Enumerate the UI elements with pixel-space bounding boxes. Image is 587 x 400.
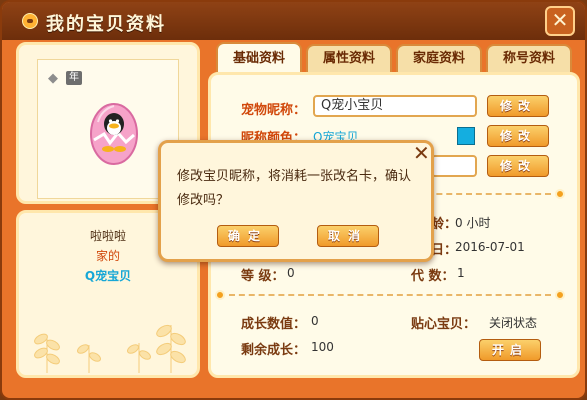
year-badge: 年 [66, 71, 82, 85]
age-label: 龄： [431, 217, 458, 232]
diamond-icon: ◆ [48, 71, 58, 86]
birthday-value: 2016-07-01 [455, 240, 525, 254]
window-close-button[interactable]: ✕ [545, 6, 575, 36]
edit-nickname-button[interactable]: 修改 [487, 95, 549, 117]
nickname-label: 宠物昵称： [241, 103, 307, 118]
caring-label: 贴心宝贝： [411, 317, 477, 332]
title-bar: 我的宝贝资料 ✕ [2, 2, 585, 40]
edit-color-button[interactable]: 修改 [487, 125, 549, 147]
age-value: 0 小时 [455, 216, 491, 230]
pet-logo-icon [22, 13, 38, 29]
pet-nickname-preview: Q宠宝贝 [84, 269, 132, 283]
cancel-button[interactable]: 取消 [317, 225, 379, 247]
tab-titles[interactable]: 称号资料 [486, 44, 572, 72]
color-swatch[interactable] [457, 127, 475, 145]
open-caring-button[interactable]: 开启 [479, 339, 541, 361]
pet-info-window: 我的宝贝资料 ✕ ◆ 年 啦啦啦 家的 Q宠宝贝 基础资料 属性资料 家庭资料 … [0, 0, 587, 400]
growth-label: 成长数值： [241, 317, 307, 332]
window-title: 我的宝贝资料 [46, 14, 166, 35]
divider-dot-right-2 [555, 290, 565, 300]
rename-confirm-dialog: ✕ 修改宝贝昵称，将消耗一张改名卡，确认修改吗？ 确定 取消 [158, 140, 434, 262]
divider-line-2 [229, 294, 551, 296]
caring-value: 关闭状态 [489, 316, 538, 330]
pet-egg-image [84, 88, 144, 170]
divider-dot-right [555, 189, 565, 199]
level-value: 0 [287, 266, 295, 280]
generation-label: 代 数： [411, 269, 455, 284]
tab-attributes[interactable]: 属性资料 [306, 44, 392, 72]
divider-dot-left-2 [215, 290, 225, 300]
tab-basic-info[interactable]: 基础资料 [216, 42, 302, 74]
level-label: 等 级： [241, 269, 285, 284]
birthday-label: 日： [431, 243, 458, 258]
confirm-button[interactable]: 确定 [217, 225, 279, 247]
remaining-growth-label: 剩余成长： [241, 343, 307, 358]
plant-decoration [34, 324, 186, 373]
tab-family[interactable]: 家庭资料 [396, 44, 482, 72]
dialog-close-button[interactable]: ✕ [413, 141, 430, 165]
growth-value: 0 [311, 314, 319, 328]
remaining-growth-value: 100 [311, 340, 334, 354]
dialog-message: 修改宝贝昵称，将消耗一张改名卡，确认修改吗？ [177, 169, 412, 208]
third-field-input[interactable] [431, 155, 477, 177]
edit-third-button[interactable]: 修改 [487, 155, 549, 177]
nickname-input[interactable]: Q宠小宝贝 [313, 95, 477, 117]
generation-value: 1 [457, 266, 465, 280]
